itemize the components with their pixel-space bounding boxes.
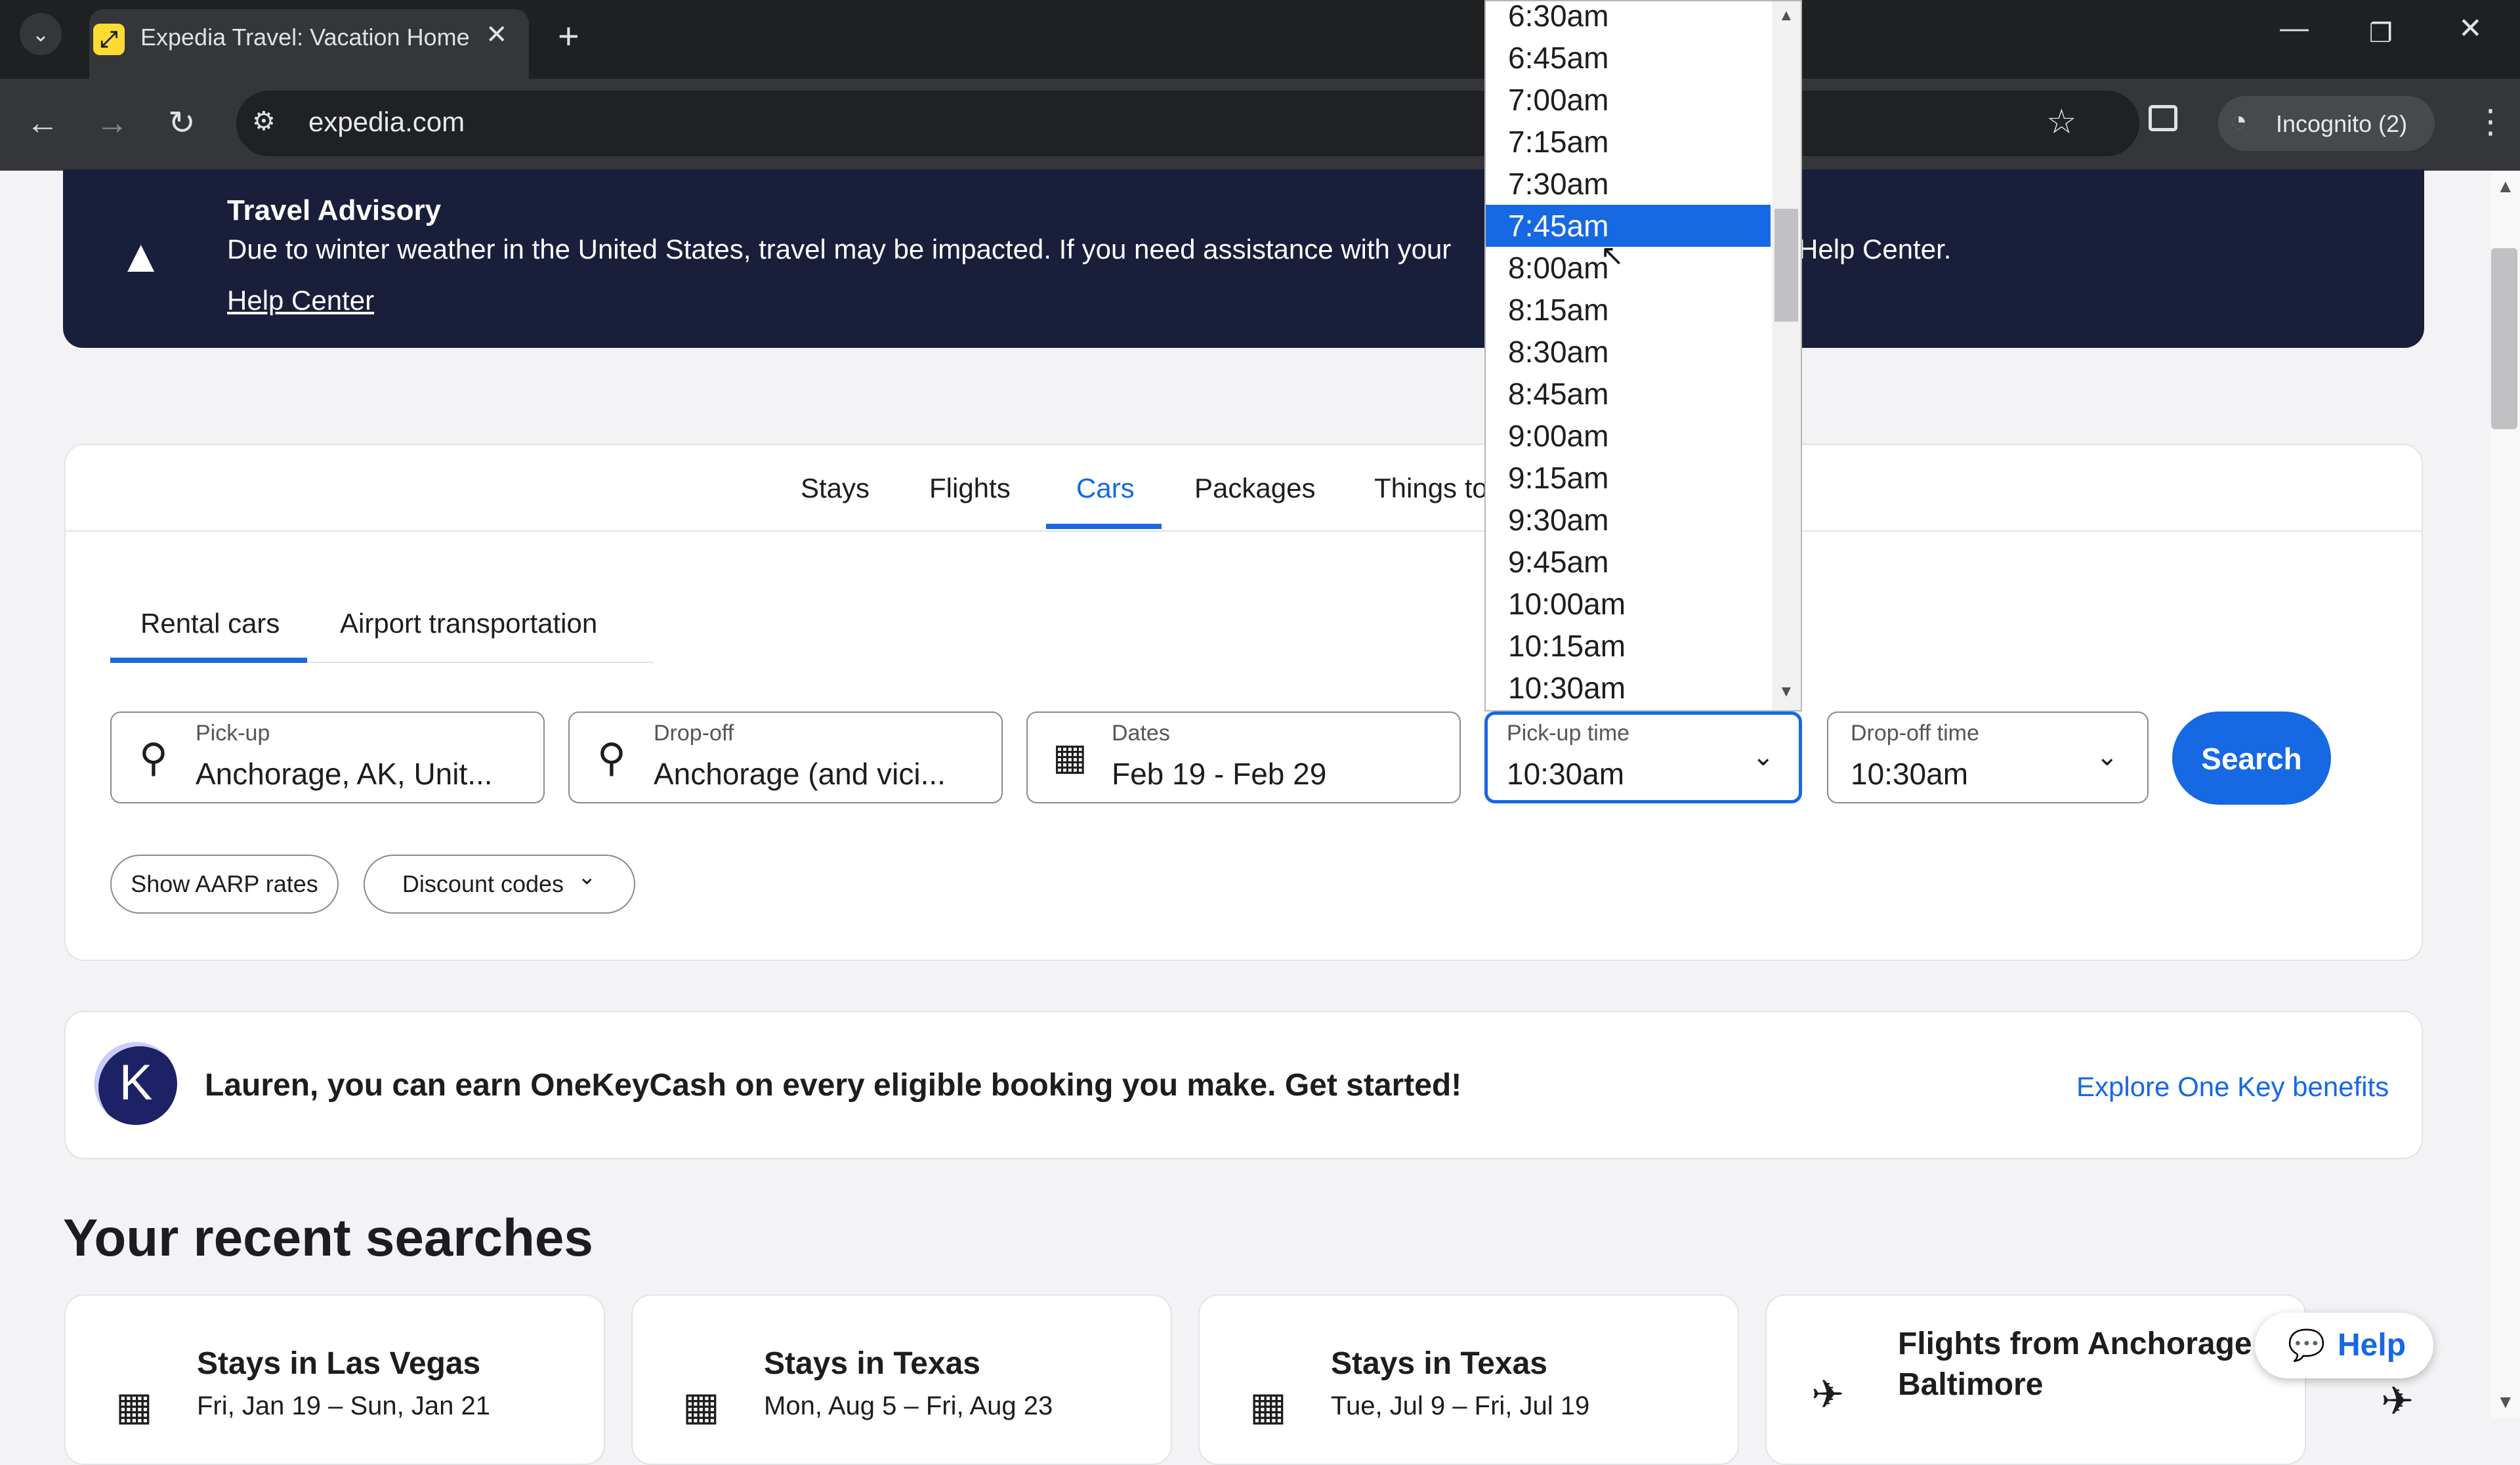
browser-menu-icon[interactable]: ⋮	[2474, 102, 2507, 140]
building-icon: ▦	[116, 1384, 153, 1428]
scroll-up-icon[interactable]: ▲	[2496, 176, 2515, 197]
active-subtab-indicator	[110, 658, 307, 663]
help-label: Help	[2338, 1328, 2406, 1363]
calendar-icon: ▦	[1053, 736, 1087, 777]
chat-icon: 💬	[2288, 1328, 2326, 1362]
pickup-time-value: 10:30am	[1507, 757, 1625, 791]
help-center-link[interactable]: Help Center	[227, 285, 374, 316]
url-text[interactable]: expedia.com	[308, 106, 465, 138]
recent-card-dates: Mon, Aug 5 – Fri, Aug 23	[764, 1391, 1053, 1420]
address-bar[interactable]	[236, 91, 2139, 156]
tab-cars[interactable]: Cars	[1076, 473, 1135, 504]
product-tabs-divider	[64, 530, 2423, 532]
mouse-cursor-icon: ↖	[1600, 240, 1624, 272]
recent-card-dates: Tue, Jul 9 – Fri, Jul 19	[1331, 1391, 1590, 1420]
time-option[interactable]: 9:30am	[1486, 499, 1771, 541]
recent-searches-heading: Your recent searches	[63, 1208, 593, 1267]
dates-label: Dates	[1112, 721, 1170, 746]
onekey-logo: K	[94, 1042, 177, 1125]
chevron-down-icon: ⌄	[578, 864, 597, 889]
dropdown-scrollbar-thumb[interactable]	[1774, 209, 1798, 322]
bookmark-star-icon[interactable]: ☆	[2046, 102, 2077, 142]
time-option[interactable]: 6:45am	[1486, 37, 1771, 79]
incognito-icon: ◔	[2230, 105, 2248, 137]
tab-title: Expedia Travel: Vacation Homes	[140, 24, 469, 51]
time-option[interactable]: 9:15am	[1486, 457, 1771, 499]
pickup-value: Anchorage, AK, Unit...	[196, 757, 493, 791]
pickup-time-label: Pick-up time	[1507, 721, 1630, 746]
recent-card-dates: Fri, Jan 19 – Sun, Jan 21	[197, 1391, 490, 1420]
chevron-down-icon: ⌄	[1752, 742, 1774, 771]
plane-icon: ✈	[1811, 1372, 1845, 1416]
side-panel-icon[interactable]	[2149, 105, 2177, 131]
advisory-title: Travel Advisory	[227, 194, 442, 226]
time-option[interactable]: 8:30am	[1486, 331, 1771, 373]
dropoff-value: Anchorage (and vici...	[654, 757, 946, 791]
site-info-icon[interactable]: ⚙	[252, 106, 276, 137]
time-option[interactable]: 8:00am	[1486, 247, 1771, 289]
expedia-favicon-icon: ⤢	[93, 24, 125, 55]
active-tab-indicator	[1046, 524, 1162, 529]
recent-card-title: Flights from Anchorage t	[1898, 1327, 2271, 1361]
subtab-rental-cars[interactable]: Rental cars	[140, 608, 280, 639]
tab-things-to-do[interactable]: Things to	[1374, 473, 1488, 504]
incognito-label: Incognito (2)	[2276, 110, 2408, 137]
page-scrollbar-thumb[interactable]	[2491, 248, 2517, 429]
back-icon[interactable]: ←	[26, 104, 59, 142]
advisory-text: Due to winter weather in the United Stat…	[227, 234, 1452, 265]
time-option[interactable]: 8:15am	[1486, 289, 1771, 331]
time-option[interactable]: 10:30am	[1486, 667, 1771, 709]
dropoff-label: Drop-off	[654, 721, 734, 746]
dropoff-time-value: 10:30am	[1851, 757, 1969, 791]
tab-search-button[interactable]: ⌄	[20, 13, 62, 55]
advisory-text-tail: Help Center.	[1798, 234, 1952, 265]
recent-card-title: Stays in Texas	[764, 1346, 980, 1381]
map-pin-icon: ⚲	[139, 736, 168, 780]
recent-card-title: Stays in Las Vegas	[197, 1346, 481, 1381]
time-option[interactable]: 7:00am	[1486, 79, 1771, 121]
tab-flights[interactable]: Flights	[929, 473, 1011, 504]
explore-onekey-link[interactable]: Explore One Key benefits	[2076, 1071, 2389, 1103]
onekey-text: Lauren, you can earn OneKeyCash on every…	[205, 1068, 1462, 1103]
time-option[interactable]: 10:15am	[1486, 625, 1771, 667]
time-option[interactable]: 8:45am	[1486, 373, 1771, 415]
dropoff-time-label: Drop-off time	[1851, 721, 1979, 746]
dropdown-scrollbar[interactable]	[1772, 1, 1801, 710]
reload-icon[interactable]: ↻	[168, 104, 196, 142]
time-option[interactable]: 7:15am	[1486, 121, 1771, 163]
tab-packages[interactable]: Packages	[1194, 473, 1315, 504]
dates-value: Feb 19 - Feb 29	[1112, 757, 1327, 791]
subtab-airport-transportation[interactable]: Airport transportation	[340, 608, 597, 639]
scroll-down-icon[interactable]: ▼	[2496, 1391, 2515, 1412]
warning-icon: ▲	[118, 230, 164, 282]
building-icon: ▦	[1250, 1384, 1287, 1428]
scroll-down-icon[interactable]: ▼	[1778, 683, 1794, 701]
minimize-icon[interactable]: —	[2280, 12, 2309, 45]
new-tab-icon[interactable]: +	[558, 14, 579, 57]
map-pin-icon: ⚲	[597, 736, 626, 780]
pickup-label: Pick-up	[196, 721, 270, 746]
close-window-icon[interactable]: ✕	[2458, 12, 2483, 45]
time-option[interactable]: 7:30am	[1486, 163, 1771, 205]
recent-card-subtitle: Baltimore	[1898, 1367, 2044, 1402]
time-option[interactable]: 9:00am	[1486, 415, 1771, 457]
time-option-highlighted[interactable]: 7:45am	[1486, 205, 1771, 247]
restore-icon[interactable]: ❐	[2369, 18, 2393, 49]
forward-icon[interactable]: →	[96, 104, 129, 142]
scroll-up-icon[interactable]: ▲	[1778, 7, 1794, 25]
time-option[interactable]: 10:00am	[1486, 583, 1771, 625]
chevron-down-icon: ⌄	[2096, 742, 2118, 771]
search-button[interactable]: Search	[2172, 711, 2331, 805]
tab-stays[interactable]: Stays	[801, 473, 870, 504]
show-aarp-rates-button[interactable]: Show AARP rates	[110, 855, 339, 914]
recent-card-title: Stays in Texas	[1331, 1346, 1547, 1381]
time-option[interactable]: 9:45am	[1486, 541, 1771, 583]
building-icon: ▦	[682, 1384, 720, 1428]
time-option[interactable]: 6:30am	[1486, 0, 1771, 37]
tab-close-icon[interactable]: ✕	[486, 20, 508, 50]
